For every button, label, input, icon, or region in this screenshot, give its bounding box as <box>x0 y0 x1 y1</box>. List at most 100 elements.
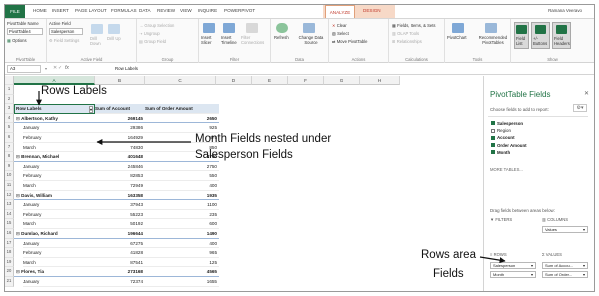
recommended-pivottables-button[interactable]: Recommended PivotTables <box>476 35 510 45</box>
sum-of-order-amount-cell[interactable]: 1100 <box>145 200 219 210</box>
gear-icon[interactable]: ⚙▾ <box>573 104 587 112</box>
field-checkbox[interactable] <box>491 135 495 140</box>
name-box[interactable]: A3 <box>7 65 41 73</box>
columns-area-item[interactable]: Values ▾ <box>542 226 588 233</box>
row-header[interactable]: 17 <box>5 238 14 249</box>
sum-of-account-cell[interactable]: 72949 <box>95 181 145 191</box>
row-header[interactable]: 20 <box>5 267 14 277</box>
row-header[interactable]: 8 <box>5 152 14 162</box>
sum-of-order-amount-cell[interactable]: 400 <box>145 239 219 249</box>
fields-items-sets-button[interactable]: ▦ Fields, Items, & Sets <box>392 23 436 28</box>
group-selection-button[interactable]: → Group Selection <box>139 23 174 28</box>
select-button[interactable]: ▧ Select <box>332 31 349 36</box>
row-header[interactable]: 12 <box>5 190 14 201</box>
relationships-button[interactable]: ⊞ Relationships <box>392 39 422 44</box>
pivot-header-sum-account[interactable]: Sum of Account <box>95 104 145 114</box>
sum-of-account-cell[interactable]: 164929 <box>95 133 145 143</box>
column-header-b[interactable]: B <box>95 76 145 85</box>
tab-design[interactable]: DESIGN <box>363 8 381 13</box>
row-header[interactable]: 13 <box>5 200 14 210</box>
sum-of-order-amount-cell[interactable]: 125 <box>145 258 219 268</box>
tab-insert[interactable]: INSERT <box>52 8 69 13</box>
column-header-a[interactable]: A <box>14 76 95 85</box>
row-header[interactable]: 5 <box>5 123 14 133</box>
month-row-label[interactable]: February <box>23 248 95 258</box>
month-row-label[interactable]: February <box>23 210 95 220</box>
sum-of-order-amount-cell[interactable]: 600 <box>145 219 219 229</box>
pivotchart-button[interactable]: PivotChart <box>447 35 467 40</box>
column-header-f[interactable]: F <box>288 76 324 85</box>
active-field-input[interactable]: Salesperson <box>49 28 83 35</box>
pivottable-name-input[interactable]: PivotTable4 <box>7 28 43 35</box>
sum-of-account-cell[interactable]: 37943 <box>95 200 145 210</box>
field-headers-toggle[interactable]: Field Headers <box>552 22 571 49</box>
month-row-label[interactable]: January <box>23 239 95 249</box>
tab-page-layout[interactable]: PAGE LAYOUT <box>75 8 107 13</box>
insert-slicer-button[interactable]: Insert Slicer <box>201 35 217 45</box>
sum-of-account-cell[interactable]: 55223 <box>95 210 145 220</box>
sum-of-account-cell[interactable]: 50192 <box>95 219 145 229</box>
drill-up-button[interactable]: Drill Up <box>107 36 121 41</box>
field-checkbox[interactable] <box>491 128 495 133</box>
row-header[interactable]: 6 <box>5 133 14 143</box>
sum-of-order-amount-cell[interactable]: 235 <box>145 210 219 220</box>
olap-tools-button[interactable]: ▥ OLAP Tools <box>392 31 419 36</box>
more-tables-link[interactable]: MORE TABLES... <box>490 167 523 172</box>
pivot-header-sum-order-amount[interactable]: Sum of Order Amount <box>145 104 219 114</box>
sum-of-account-cell[interactable]: 74830 <box>95 143 145 153</box>
tab-home[interactable]: HOME <box>33 8 47 13</box>
tab-review[interactable]: REVIEW <box>157 8 175 13</box>
row-header[interactable]: 16 <box>5 229 14 239</box>
column-header-d[interactable]: D <box>216 76 252 85</box>
sum-of-account-cell[interactable]: 82853 <box>95 171 145 181</box>
month-row-label[interactable]: January <box>23 123 95 133</box>
column-header-c[interactable]: C <box>145 76 216 85</box>
move-pivottable-button[interactable]: ⇄ Move PivotTable <box>332 39 367 44</box>
sum-of-account-cell[interactable]: 67275 <box>95 239 145 249</box>
row-header[interactable]: 14 <box>5 209 14 220</box>
drill-down-button[interactable]: Drill Down <box>90 36 104 46</box>
values-area-item[interactable]: Sum of Order... ▾ <box>542 271 588 278</box>
sum-of-account-cell[interactable]: 245846 <box>95 162 145 172</box>
field-item[interactable]: Region <box>491 128 511 134</box>
row-header[interactable]: 1 <box>5 85 14 95</box>
row-header[interactable]: 2 <box>5 94 14 105</box>
month-row-label[interactable]: February <box>23 133 95 143</box>
options-button[interactable]: ▦ Options <box>7 38 27 43</box>
insert-function-icon[interactable]: fx <box>65 65 69 71</box>
select-all-corner[interactable] <box>5 76 14 85</box>
ungroup-button[interactable]: ⇢ Ungroup <box>139 31 160 36</box>
tab-formulas[interactable]: FORMULAS <box>111 8 137 13</box>
close-pane-icon[interactable]: ✕ <box>584 90 589 97</box>
user-name[interactable]: Ramana Veeravo <box>548 8 582 13</box>
field-item[interactable]: Order Amount <box>491 143 527 149</box>
tab-analyze[interactable]: ANALYZE <box>325 5 355 18</box>
month-row-label[interactable]: January <box>23 162 95 172</box>
name-box-dropdown-icon[interactable]: ▾ <box>45 66 47 71</box>
row-header[interactable]: 15 <box>5 219 14 229</box>
row-header[interactable]: 9 <box>5 161 14 172</box>
row-header[interactable]: 11 <box>5 181 14 191</box>
month-row-label[interactable]: March <box>23 143 95 153</box>
enter-icon[interactable]: ✓ <box>58 65 62 71</box>
sum-of-order-amount-cell[interactable]: 2750 <box>145 162 219 172</box>
sum-of-order-amount-cell[interactable]: 925 <box>145 123 219 133</box>
month-row-label[interactable]: January <box>23 200 95 210</box>
field-item[interactable]: Salesperson <box>491 121 523 127</box>
buttons-toggle[interactable]: +/- Buttons <box>531 22 550 49</box>
field-item[interactable]: Month <box>491 150 510 156</box>
field-settings-button[interactable]: ⚙ Field Settings <box>49 38 79 43</box>
insert-timeline-button[interactable]: Insert Timeline <box>221 35 239 45</box>
tab-data[interactable]: DATA <box>139 8 151 13</box>
field-list-button[interactable]: Field List <box>514 22 529 49</box>
field-checkbox[interactable] <box>491 150 495 155</box>
tab-inquire[interactable]: INQUIRE <box>198 8 217 13</box>
tab-powerpivot[interactable]: POWERPIVOT <box>224 8 255 13</box>
row-header[interactable]: 10 <box>5 171 14 181</box>
column-header-g[interactable]: G <box>324 76 360 85</box>
month-row-label[interactable]: January <box>23 277 95 287</box>
column-header-e[interactable]: E <box>252 76 288 85</box>
tab-file[interactable]: FILE <box>5 5 25 18</box>
clear-button[interactable]: ✕ Clear <box>332 23 347 28</box>
row-header[interactable]: 19 <box>5 257 14 268</box>
